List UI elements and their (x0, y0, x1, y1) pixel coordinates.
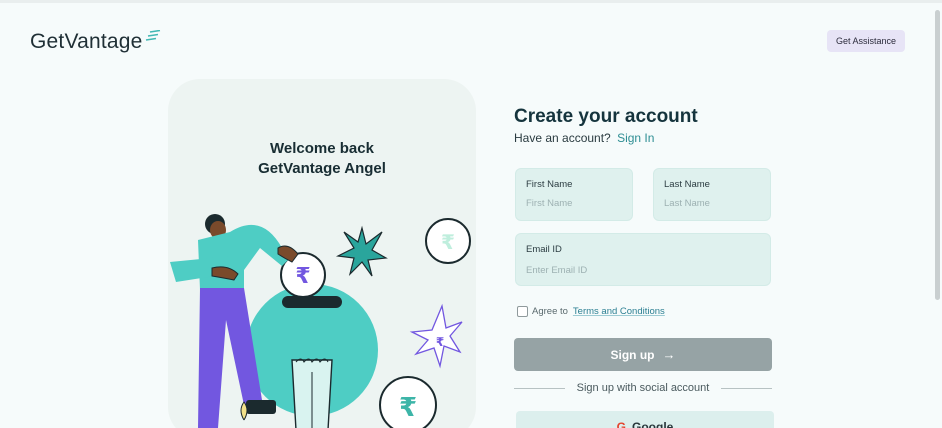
sign-in-link[interactable]: Sign In (617, 131, 654, 145)
divider-line-left (514, 387, 565, 389)
first-name-field[interactable]: First Name (515, 168, 633, 221)
logo[interactable]: GetVantage (30, 30, 161, 54)
terms-link[interactable]: Terms and Conditions (573, 306, 665, 317)
have-account-text: Have an account? (514, 131, 611, 145)
top-border (0, 0, 942, 3)
svg-text:₹: ₹ (295, 264, 310, 289)
google-icon: G (616, 420, 626, 428)
welcome-heading: Welcome back GetVantage Angel (168, 139, 476, 179)
social-divider: Sign up with social account (514, 382, 772, 394)
divider-line-right (721, 387, 772, 389)
email-label: Email ID (526, 244, 562, 255)
star-burst-icon (335, 225, 388, 277)
agree-text: Agree to (532, 306, 568, 317)
first-name-input[interactable] (526, 198, 619, 209)
welcome-line-1: Welcome back (270, 140, 374, 157)
get-assistance-button[interactable]: Get Assistance (827, 30, 905, 52)
last-name-field[interactable]: Last Name (653, 168, 771, 221)
piggy-bank-illustration: ₹ ₹ ₹ ₹ (170, 214, 471, 428)
arrow-right-icon: → (662, 347, 676, 362)
sign-up-label: Sign up (610, 347, 655, 362)
last-name-input[interactable] (664, 198, 757, 209)
terms-row: Agree to Terms and Conditions (517, 306, 665, 317)
svg-text:₹: ₹ (436, 335, 444, 349)
svg-text:₹: ₹ (399, 393, 417, 423)
google-signup-button[interactable]: G Google (516, 411, 774, 428)
scrollbar[interactable] (935, 10, 940, 300)
sign-up-button[interactable]: Sign up → (514, 338, 772, 371)
email-input[interactable] (526, 265, 730, 276)
have-account-row: Have an account? Sign In (514, 131, 654, 145)
email-field[interactable]: Email ID (515, 233, 771, 286)
welcome-line-2: GetVantage Angel (258, 160, 386, 177)
logo-mark-icon (145, 30, 160, 41)
logo-text: GetVantage (30, 30, 143, 53)
form-title: Create your account (514, 106, 698, 127)
google-label: Google (632, 420, 674, 428)
terms-checkbox[interactable] (517, 306, 528, 317)
first-name-label: First Name (526, 179, 573, 190)
last-name-label: Last Name (664, 179, 710, 190)
social-divider-text: Sign up with social account (576, 382, 710, 394)
svg-text:₹: ₹ (441, 230, 455, 254)
